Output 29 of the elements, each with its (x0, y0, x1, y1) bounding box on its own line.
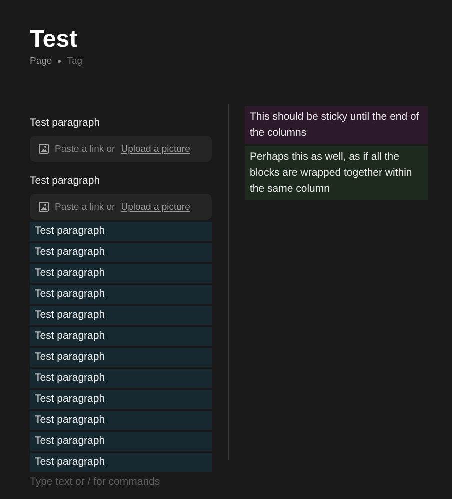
image-placeholder[interactable]: Paste a link or Upload a picture (30, 136, 212, 162)
highlighted-paragraph: Test paragraph (30, 453, 212, 472)
image-icon (39, 202, 49, 212)
highlighted-paragraph: This should be sticky until the end of the columns (245, 106, 428, 144)
image-prompt: Paste a link or (55, 144, 116, 154)
image-placeholder[interactable]: Paste a link or Upload a picture (30, 194, 212, 220)
page-meta[interactable]: Page (30, 56, 52, 67)
highlighted-paragraph: Test paragraph (30, 348, 212, 367)
text-input-field[interactable]: Type text or / for commands (30, 476, 230, 488)
image-icon (39, 144, 49, 154)
highlighted-paragraph: Test paragraph (30, 411, 212, 430)
highlighted-paragraph: Test paragraph (30, 369, 212, 388)
highlighted-paragraph: Test paragraph (30, 306, 212, 325)
upload-link[interactable]: Upload a picture (121, 202, 190, 212)
upload-link[interactable]: Upload a picture (121, 144, 190, 154)
highlighted-paragraph: Test paragraph (30, 222, 212, 241)
separator-dot (58, 60, 62, 63)
highlighted-paragraph: Test paragraph (30, 264, 212, 283)
highlighted-paragraph: Test paragraph (30, 285, 212, 304)
highlighted-paragraph: Perhaps this as well, as if all the blocks are wrapped together within the same column (245, 146, 428, 200)
image-prompt: Paste a link or (55, 202, 116, 212)
page-title: Test (30, 26, 79, 54)
paragraph: Test paragraph (30, 116, 102, 131)
highlighted-paragraph: Test paragraph (30, 390, 212, 409)
page-meta[interactable]: Tag (67, 56, 83, 67)
highlighted-paragraph: Test paragraph (30, 432, 212, 451)
highlighted-paragraph: Test paragraph (30, 327, 212, 346)
paragraph: Test paragraph (30, 174, 102, 189)
highlighted-paragraph: Test paragraph (30, 243, 212, 262)
